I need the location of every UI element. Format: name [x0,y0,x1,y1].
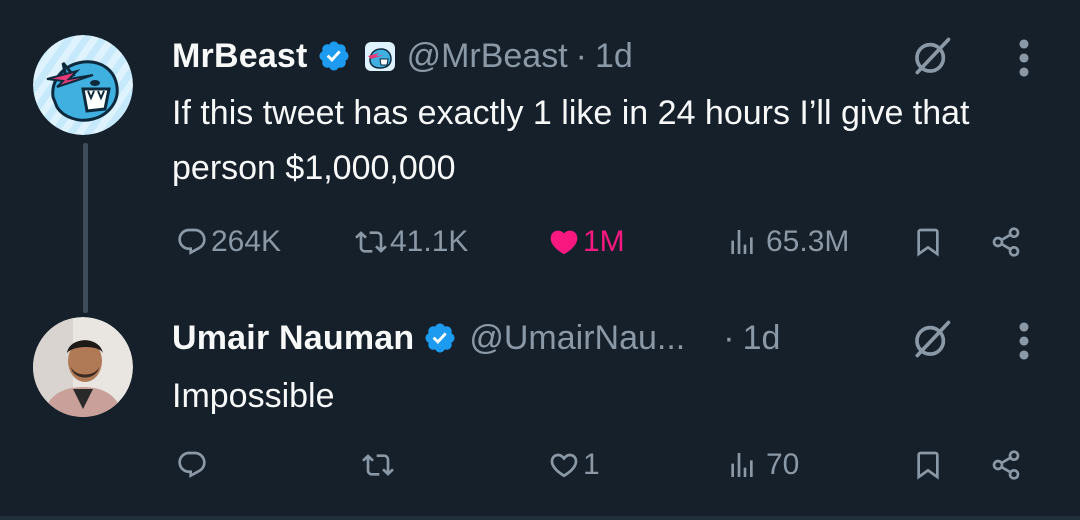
mrbeast-panther-logo-icon [33,35,133,135]
user-photo-avatar-icon [33,317,133,417]
reply-count: 264K [211,225,282,258]
reply-button[interactable] [176,440,211,490]
verified-badge-icon[interactable] [423,321,457,355]
reply-button[interactable]: 264K [176,217,281,267]
more-icon[interactable] [1017,320,1031,362]
timestamp[interactable]: 1d [743,318,781,358]
author-name[interactable]: Umair Nauman [172,318,414,358]
views-icon [726,449,758,481]
tweet-header: MrBeast @MrBeast · 1d [172,36,633,76]
dot-separator: · [723,319,735,357]
like-count: 1 [583,448,600,481]
like-filled-icon [548,226,580,258]
views-count: 70 [766,448,800,481]
views-button[interactable]: 70 [726,440,799,490]
grok-icon[interactable] [910,317,954,361]
tweet-actions: 264K 41.1K 1M 65.3M [0,217,1080,267]
tweet-reply-umair[interactable]: Umair Nauman @UmairNau... · 1d Impossibl… [0,290,1080,518]
like-button[interactable]: 1 [548,440,600,490]
tweet-text: Impossible [172,377,335,415]
like-button[interactable]: 1M [548,217,625,267]
repost-button[interactable]: 41.1K [355,217,468,267]
author-handle[interactable]: @MrBeast [407,36,568,76]
bottom-divider [0,516,1080,520]
bookmark-icon [912,449,944,481]
author-name[interactable]: MrBeast [172,36,308,76]
bookmark-button[interactable] [912,440,944,490]
repost-button[interactable] [362,440,397,490]
reply-icon [176,226,208,258]
like-icon [548,449,580,481]
views-count: 65.3M [766,225,850,258]
tweet-text: If this tweet has exactly 1 like in 24 h… [172,94,970,187]
more-icon[interactable] [1017,37,1031,79]
grok-icon[interactable] [910,34,954,78]
repost-icon [355,226,387,258]
tweet-actions: 1 70 [0,440,1080,490]
share-icon [990,449,1022,481]
views-icon [726,226,758,258]
share-button[interactable] [990,440,1022,490]
views-button[interactable]: 65.3M [726,217,849,267]
bookmark-button[interactable] [912,217,944,267]
dot-separator: · [575,37,587,75]
reply-icon [176,449,208,481]
repost-count: 41.1K [390,225,469,258]
tweet-header: Umair Nauman @UmairNau... · 1d [172,318,780,358]
share-button[interactable] [990,217,1022,267]
verified-badge-icon[interactable] [317,39,351,73]
tweet-mrbeast[interactable]: MrBeast @MrBeast · 1d If this tweet has … [0,0,1080,313]
timestamp[interactable]: 1d [595,36,633,76]
like-count: 1M [583,225,625,258]
author-handle[interactable]: @UmairNau... [469,318,685,358]
affiliate-badge-icon[interactable] [364,41,395,71]
mrbeast-avatar[interactable] [33,35,133,135]
share-icon [990,226,1022,258]
umair-avatar[interactable] [33,317,133,417]
bookmark-icon [912,226,944,258]
repost-icon [362,449,394,481]
